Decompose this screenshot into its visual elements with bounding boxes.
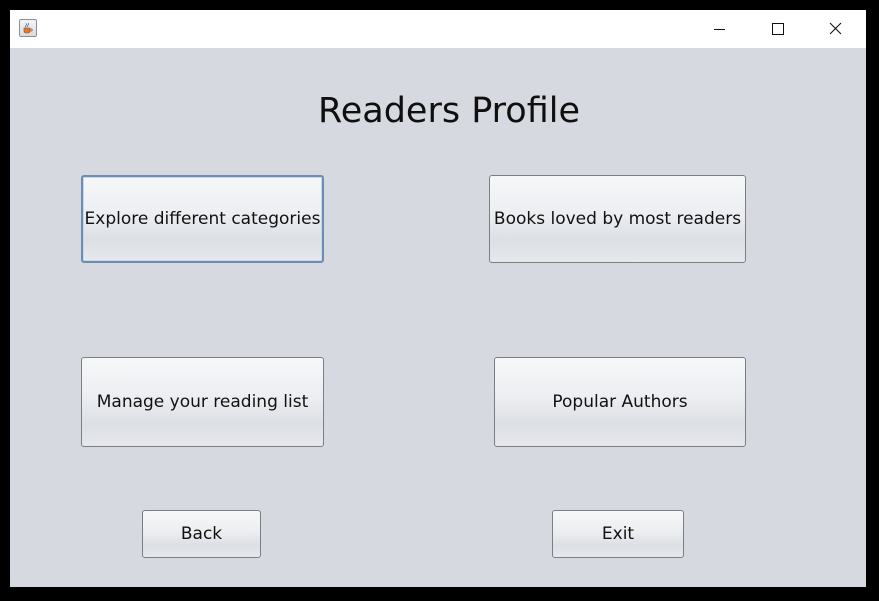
- back-label: Back: [180, 524, 223, 544]
- popular-authors-label: Popular Authors: [552, 392, 688, 412]
- java-cup-icon[interactable]: [19, 19, 37, 37]
- close-button[interactable]: [806, 10, 864, 48]
- explore-categories-label: Explore different categories: [84, 209, 321, 229]
- maximize-button[interactable]: [748, 10, 806, 48]
- books-loved-label: Books loved by most readers: [493, 209, 742, 229]
- close-icon: [829, 22, 842, 35]
- page-title: Readers Profile: [317, 91, 581, 131]
- manage-reading-list-button[interactable]: Manage your reading list: [81, 357, 324, 447]
- minimize-icon: [714, 29, 725, 30]
- explore-categories-button[interactable]: Explore different categories: [81, 175, 324, 263]
- exit-button[interactable]: Exit: [552, 510, 684, 558]
- app-window: Readers Profile Explore different catego…: [10, 10, 866, 587]
- books-loved-button[interactable]: Books loved by most readers: [489, 175, 746, 263]
- maximize-icon: [772, 23, 784, 35]
- back-button[interactable]: Back: [142, 510, 261, 558]
- minimize-button[interactable]: [690, 10, 748, 48]
- popular-authors-button[interactable]: Popular Authors: [494, 357, 746, 447]
- title-bar[interactable]: [10, 10, 866, 48]
- manage-reading-list-label: Manage your reading list: [96, 392, 309, 412]
- exit-label: Exit: [601, 524, 635, 544]
